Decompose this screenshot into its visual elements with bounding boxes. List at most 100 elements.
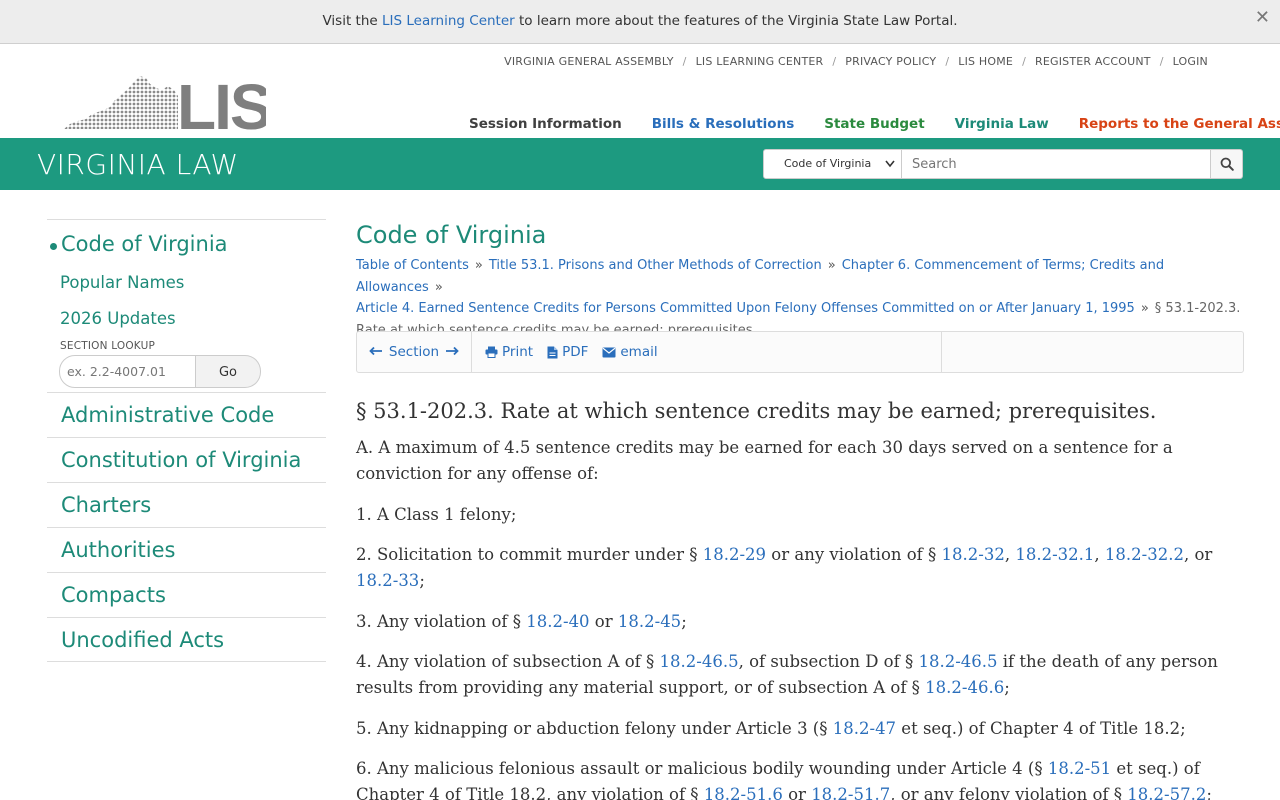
code-reference-link[interactable]: 18.2-45 [618,612,681,631]
nav-bills-resolutions[interactable]: Bills & Resolutions [652,116,794,132]
sidebar-item-code-of-virginia[interactable]: Code of Virginia [47,230,326,272]
search-button[interactable] [1211,149,1243,179]
utility-login[interactable]: LOGIN [1173,55,1208,68]
breadcrumb-article[interactable]: Article 4. Earned Sentence Credits for P… [356,301,1135,316]
code-reference-link[interactable]: 18.2-51.6 [704,785,783,800]
lis-logo[interactable]: LIS [64,71,273,143]
sidebar-item-popular-names[interactable]: Popular Names [47,272,326,308]
code-reference-link[interactable]: 18.2-47 [833,719,896,738]
active-bullet-icon [50,243,57,250]
svg-text:LIS: LIS [177,74,266,132]
sidebar-item-administrative-code[interactable]: Administrative Code [47,392,326,437]
utility-separator: / [832,55,837,68]
lis-learning-center-link[interactable]: LIS Learning Center [382,13,515,29]
search-scope-value: Code of Virginia [784,157,872,170]
code-reference-link[interactable]: 18.2-32.2 [1105,545,1184,564]
utility-separator: / [682,55,687,68]
pdf-label: PDF [562,344,589,360]
section-title: VIRGINIA LAW [37,148,239,181]
page-title: Code of Virginia [356,221,547,249]
breadcrumb: Table of Contents » Title 53.1. Prisons an… [356,255,1256,341]
code-reference-link[interactable]: 18.2-51.7 [811,785,890,800]
code-reference-link[interactable]: 18.2-33 [356,571,419,590]
nav-reports-general-assembly[interactable]: Reports to the General Assembly [1079,116,1280,132]
printer-icon [485,346,498,358]
code-reference-link[interactable]: 18.2-32 [942,545,1005,564]
nav-state-budget[interactable]: State Budget [824,116,924,132]
code-reference-link[interactable]: 18.2-40 [526,612,589,631]
print-button[interactable]: Print [485,344,533,360]
utility-virginia-general-assembly[interactable]: VIRGINIA GENERAL ASSEMBLY [504,55,674,68]
print-label: Print [502,344,534,360]
email-button[interactable]: email [602,344,658,360]
utility-nav: VIRGINIA GENERAL ASSEMBLY / LIS LEARNING C… [504,55,1208,68]
info-banner: Visit the LIS Learning Center to learn m… [0,0,1280,44]
code-reference-link[interactable]: 18.2-29 [703,545,766,564]
breadcrumb-separator: » [474,258,483,273]
section-lookup-go-button[interactable]: Go [196,355,261,388]
code-reference-link[interactable]: 18.2-46.5 [660,652,739,671]
code-reference-link[interactable]: 18.2-57.2 [1127,785,1206,800]
utility-lis-home[interactable]: LIS HOME [958,55,1013,68]
code-reference-link[interactable]: 18.2-32.1 [1015,545,1094,564]
sidebar-item-uncodified-acts[interactable]: Uncodified Acts [47,617,326,662]
paragraph-a: A. A maximum of 4.5 sentence credits may… [356,438,1173,483]
breadcrumb-separator: » [434,279,443,295]
paragraph-5: 5. Any kidnapping or abduction felony un… [356,718,1186,738]
utility-privacy-policy[interactable]: PRIVACY POLICY [845,55,936,68]
email-label: email [620,344,658,360]
search-input[interactable] [902,149,1211,179]
breadcrumb-title[interactable]: Title 53.1. Prisons and Other Methods of… [489,258,822,273]
virginia-map-logo-icon: LIS [64,71,273,143]
code-reference-link[interactable]: 18.2-46.5 [918,652,997,671]
nav-virginia-law[interactable]: Virginia Law [955,116,1049,132]
sidebar-item-authorities[interactable]: Authorities [47,527,326,572]
section-lookup-label: SECTION LOOKUP [60,340,156,352]
breadcrumb-separator: » [827,258,836,273]
paragraph-1: 1. A Class 1 felony; [356,504,517,524]
sidebar-item-label: Code of Virginia [61,232,228,256]
breadcrumb-separator: » [1140,301,1149,316]
main-nav: Session Information Bills & Resolutions St… [469,116,1280,132]
envelope-icon [602,347,616,357]
section-toolbar: Section Print PDF email [356,331,1244,373]
paragraph-4: 4. Any violation of subsection A of § 18… [356,652,1218,697]
section-lookup-input[interactable]: ex. 2.2-4007.01 [59,355,196,388]
file-pdf-icon [547,346,558,358]
sidebar-item-charters[interactable]: Charters [47,482,326,527]
section-nav-label: Section [388,344,440,360]
section-lookup-form: ex. 2.2-4007.01 Go [59,355,326,388]
section-heading: § 53.1-202.3. Rate at which sentence cre… [356,399,1157,423]
paragraph-2: 2. Solicitation to commit murder under §… [356,545,1213,590]
sidebar-item-2026-updates[interactable]: 2026 Updates [47,308,326,344]
banner-text-before: Visit the [322,13,382,29]
pdf-button[interactable]: PDF [547,344,588,360]
search-scope-select[interactable]: Code of Virginia [763,149,902,179]
arrow-right-icon[interactable] [445,344,459,360]
utility-separator: / [945,55,950,68]
utility-register-account[interactable]: REGISTER ACCOUNT [1035,55,1151,68]
chevron-down-icon [885,150,895,190]
close-icon[interactable]: ✕ [1255,0,1270,36]
utility-lis-learning-center[interactable]: LIS LEARNING CENTER [696,55,824,68]
utility-separator: / [1022,55,1026,68]
code-reference-link[interactable]: 18.2-46.6 [925,678,1004,697]
breadcrumb-table-of-contents[interactable]: Table of Contents [356,258,469,273]
utility-separator: / [1159,55,1164,68]
section-text: § 53.1-202.3. Rate at which sentence cre… [356,399,1256,800]
paragraph-6: 6. Any malicious felonious assault or ma… [356,756,1256,800]
sidebar-current-group: Code of Virginia Popular Names 2026 Upda… [47,219,326,388]
search-icon [1220,157,1234,171]
sidebar-item-compacts[interactable]: Compacts [47,572,326,617]
search-form: Code of Virginia [763,149,1243,179]
section-header-bar: VIRGINIA LAW Code of Virginia [0,138,1280,190]
code-reference-link[interactable]: 18.2-51 [1048,759,1111,778]
nav-session-information[interactable]: Session Information [469,116,622,132]
sidebar-list: Administrative Code Constitution of Virg… [47,392,326,662]
section-nav: Section [357,332,472,372]
banner-text-after: to learn more about the features of the … [514,13,958,29]
paragraph-3: 3. Any violation of § 18.2-40 or 18.2-45… [356,611,687,631]
sidebar-item-constitution[interactable]: Constitution of Virginia [47,437,326,482]
arrow-left-icon[interactable] [369,344,383,360]
sidebar: Code of Virginia Popular Names 2026 Upda… [47,219,326,662]
